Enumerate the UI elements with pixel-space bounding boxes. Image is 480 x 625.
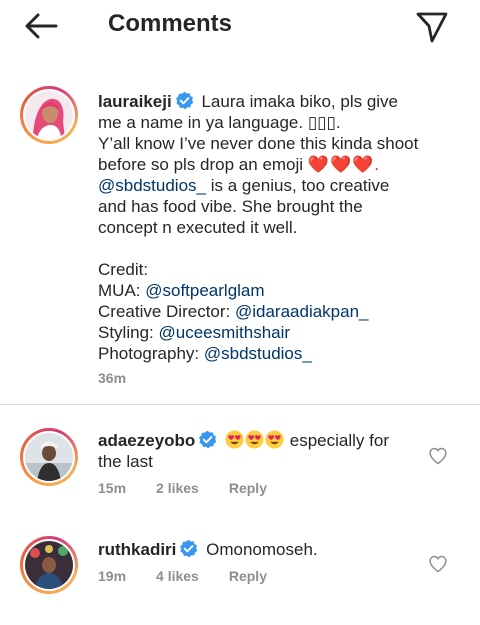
- verified-badge-icon: [198, 430, 217, 449]
- comment-meta: 19m 4 likes Reply: [98, 568, 297, 584]
- caption-username[interactable]: lauraikeji: [98, 92, 172, 111]
- hearts-emoji: ❤️❤️❤️.: [307, 155, 381, 174]
- verified-badge-icon: [179, 539, 198, 558]
- reply-button[interactable]: Reply: [229, 568, 267, 584]
- avatar[interactable]: [20, 428, 78, 486]
- page-title: Comments: [108, 10, 233, 37]
- caption-timestamp: 36m: [98, 370, 127, 386]
- send-icon[interactable]: [414, 8, 450, 44]
- heart-like-icon[interactable]: [428, 554, 448, 574]
- comment-likes[interactable]: 2 likes: [156, 480, 199, 496]
- mention-link[interactable]: @softpearlglam: [145, 281, 264, 300]
- caption-meta: 36m: [98, 370, 156, 386]
- mention-link[interactable]: @sbdstudios_: [204, 344, 312, 363]
- heart-like-icon[interactable]: [428, 446, 448, 466]
- comment-text: ruthkadiri Omonomoseh.: [98, 539, 318, 559]
- comment-timestamp: 15m: [98, 480, 127, 496]
- comment-username[interactable]: ruthkadiri: [98, 540, 176, 559]
- comment-timestamp: 19m: [98, 568, 127, 584]
- comment-meta: 15m 2 likes Reply: [98, 480, 297, 496]
- avatar[interactable]: [20, 86, 78, 144]
- mention-link[interactable]: @sbdstudios_: [98, 176, 206, 195]
- divider: [0, 404, 480, 405]
- comment-likes[interactable]: 4 likes: [156, 568, 199, 584]
- mention-link[interactable]: @idaraadiakpan_: [235, 302, 369, 321]
- reply-button[interactable]: Reply: [229, 480, 267, 496]
- comment-text: adaezeyobo especially for the last: [98, 430, 389, 471]
- comment-username[interactable]: adaezeyobo: [98, 431, 195, 450]
- header-bar: Comments: [0, 0, 480, 52]
- heart-eyes-emoji-icon: [225, 430, 285, 450]
- back-arrow-icon[interactable]: [22, 10, 62, 42]
- verified-badge-icon: [175, 91, 194, 110]
- mention-link[interactable]: @uceesmithshair: [158, 323, 290, 342]
- caption-text: lauraikeji Laura imaka biko, pls give me…: [98, 91, 419, 363]
- avatar[interactable]: [20, 536, 78, 594]
